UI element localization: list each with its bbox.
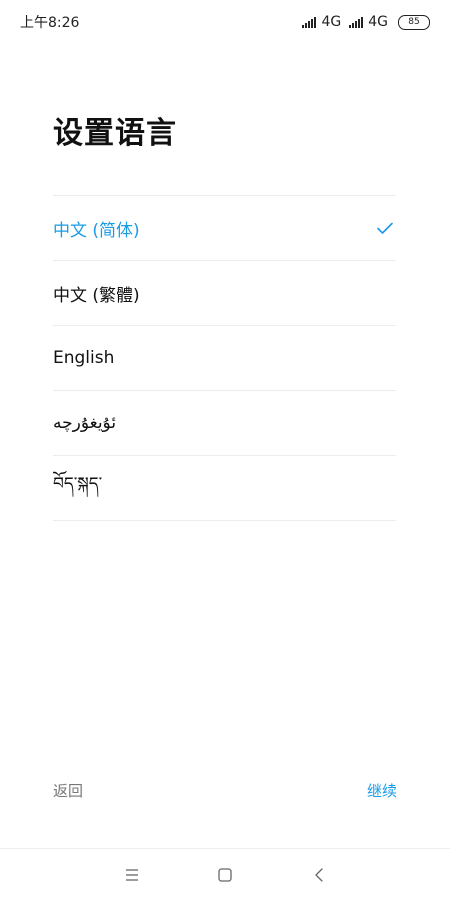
network-type-label: 4G: [321, 14, 342, 30]
status-indicators: 4G 4G 85: [302, 14, 430, 30]
nav-home-button[interactable]: [213, 863, 237, 887]
battery-icon: 85: [398, 14, 430, 30]
language-item-tibetan[interactable]: བོད་སྐད་: [53, 456, 396, 521]
language-label: English: [53, 348, 115, 368]
status-bar: 上午8:26 4G 4G 85: [0, 0, 450, 44]
language-label: 中文 (简体): [53, 220, 140, 241]
back-button[interactable]: 返回: [53, 780, 83, 801]
network-type-label: 4G: [368, 14, 388, 30]
language-item-uyghur[interactable]: ئۇيغۇرچە: [53, 391, 396, 456]
language-label: བོད་སྐད་: [53, 474, 103, 494]
nav-back-button[interactable]: [307, 863, 331, 887]
language-label: ئۇيغۇرچە: [53, 413, 117, 433]
language-list: 中文 (简体) 中文 (繁體) English ئۇيغۇرچە བོད་སྐད…: [53, 195, 396, 521]
home-icon: [218, 868, 232, 882]
signal-icon: [349, 16, 364, 28]
language-item-zh-hans[interactable]: 中文 (简体): [53, 196, 396, 261]
language-label: 中文 (繁體): [53, 285, 140, 306]
menu-icon: [126, 869, 138, 881]
check-icon: [377, 222, 393, 234]
page-title: 设置语言: [53, 116, 177, 151]
navigation-bar: [0, 848, 450, 900]
nav-menu-button[interactable]: [120, 863, 144, 887]
language-item-english[interactable]: English: [53, 326, 396, 391]
language-item-zh-hant[interactable]: 中文 (繁體): [53, 261, 396, 326]
back-arrow-icon: [315, 868, 323, 882]
continue-button[interactable]: 继续: [367, 780, 397, 801]
status-time: 上午8:26: [20, 15, 80, 31]
signal-icon: [302, 16, 317, 28]
